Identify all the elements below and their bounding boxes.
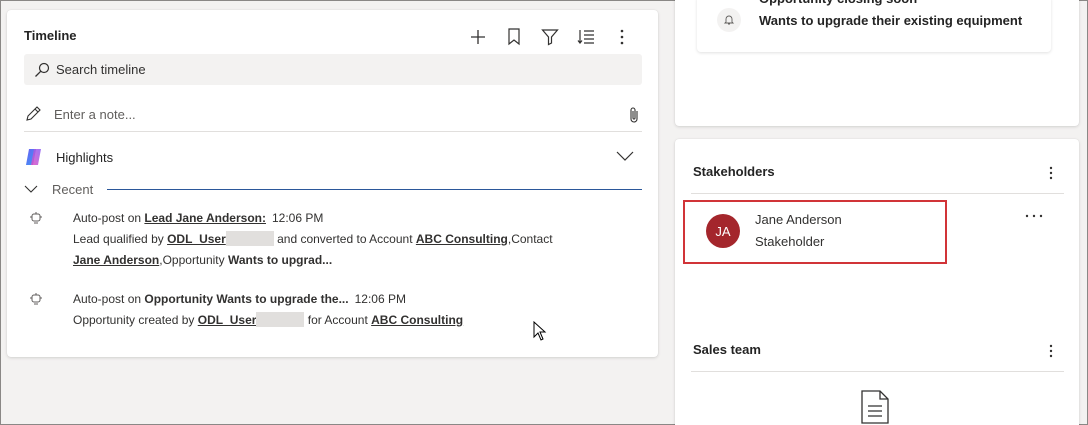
timeline-search[interactable]	[24, 54, 642, 85]
timeline-toolbar	[460, 26, 640, 48]
post-text: Opportunity created by	[73, 313, 198, 327]
stakeholders-title: Stakeholders	[693, 164, 775, 179]
highlights-label: Highlights	[56, 149, 114, 165]
timeline-post: Auto-post on Lead Jane Anderson: 12:06 PM…	[29, 208, 629, 271]
post-subject[interactable]: Opportunity Wants to upgrade the...	[144, 292, 348, 306]
post-prefix: Auto-post on	[73, 292, 145, 306]
mouse-cursor-icon	[533, 320, 547, 346]
stakeholder-item[interactable]: JA Jane Anderson Stakeholder	[683, 200, 947, 264]
timeline-header: Timeline	[24, 26, 640, 46]
add-icon[interactable]	[460, 26, 496, 48]
filter-icon[interactable]	[532, 26, 568, 48]
post-time: 12:06 PM	[271, 211, 324, 225]
post-text: ,Opportunity	[159, 253, 228, 267]
note-input-row[interactable]: Enter a note...	[24, 97, 642, 132]
sort-list-icon[interactable]	[568, 26, 604, 48]
highlights-section[interactable]: Highlights	[24, 144, 642, 170]
timeline-card: Timeline Enter a note...	[7, 10, 658, 357]
more-options-icon[interactable]	[604, 26, 640, 48]
opportunity-closing-item[interactable]: Opportunity closing soon Wants to upgrad…	[697, 0, 1051, 52]
more-options-icon[interactable]	[1049, 344, 1053, 363]
contact-link[interactable]: Jane Anderson	[73, 253, 159, 267]
chevron-down-icon[interactable]	[616, 149, 634, 167]
more-options-horizontal-icon[interactable]	[1025, 205, 1043, 223]
stakeholder-name[interactable]: Jane Anderson	[755, 212, 842, 227]
stakeholder-role: Stakeholder	[755, 234, 825, 249]
user-link[interactable]: ODL_User	[198, 313, 257, 327]
avatar: JA	[706, 214, 740, 248]
redacted-block	[225, 231, 274, 246]
divider	[691, 193, 1064, 194]
stakeholders-card: Stakeholders JA Jane Anderson Stakeholde…	[675, 139, 1079, 425]
note-placeholder[interactable]: Enter a note...	[54, 107, 136, 122]
recent-label: Recent	[52, 181, 94, 197]
divider	[691, 371, 1064, 372]
timeline-title: Timeline	[24, 28, 77, 43]
opportunity-alert-title: Opportunity closing soon	[759, 0, 917, 8]
post-time: 12:06 PM	[354, 292, 406, 306]
bell-icon	[717, 8, 741, 32]
auto-post-icon	[29, 292, 43, 313]
account-link[interactable]: ABC Consulting	[371, 313, 463, 327]
post-prefix: Auto-post on	[73, 211, 145, 225]
user-link[interactable]: ODL_User	[167, 232, 226, 246]
document-icon	[860, 389, 890, 425]
recent-divider	[107, 188, 642, 190]
post-text: and converted to Account	[273, 232, 416, 246]
search-icon	[35, 62, 50, 77]
opportunity-name[interactable]: Wants to upgrad...	[228, 253, 332, 267]
auto-post-icon	[29, 211, 43, 232]
pencil-icon	[26, 106, 41, 121]
opportunity-alert-text: Wants to upgrade their existing equipmen…	[759, 13, 1023, 28]
attachment-icon[interactable]	[628, 106, 640, 129]
post-text: Lead qualified by	[73, 232, 168, 246]
post-text: ,Contact	[507, 232, 553, 246]
insight-card: Opportunity closing soon Wants to upgrad…	[675, 0, 1079, 126]
redacted-block	[256, 312, 305, 327]
search-input[interactable]	[56, 62, 616, 77]
post-text: for Account	[304, 313, 372, 327]
bookmark-icon[interactable]	[496, 26, 532, 48]
account-link[interactable]: ABC Consulting	[416, 232, 508, 246]
post-subject-link[interactable]: Lead Jane Anderson:	[144, 211, 266, 225]
more-options-icon[interactable]	[1049, 166, 1053, 185]
chevron-down-icon[interactable]	[24, 184, 38, 194]
sales-team-title: Sales team	[693, 342, 761, 357]
copilot-icon	[26, 149, 41, 165]
recent-group-header[interactable]: Recent	[24, 180, 642, 198]
